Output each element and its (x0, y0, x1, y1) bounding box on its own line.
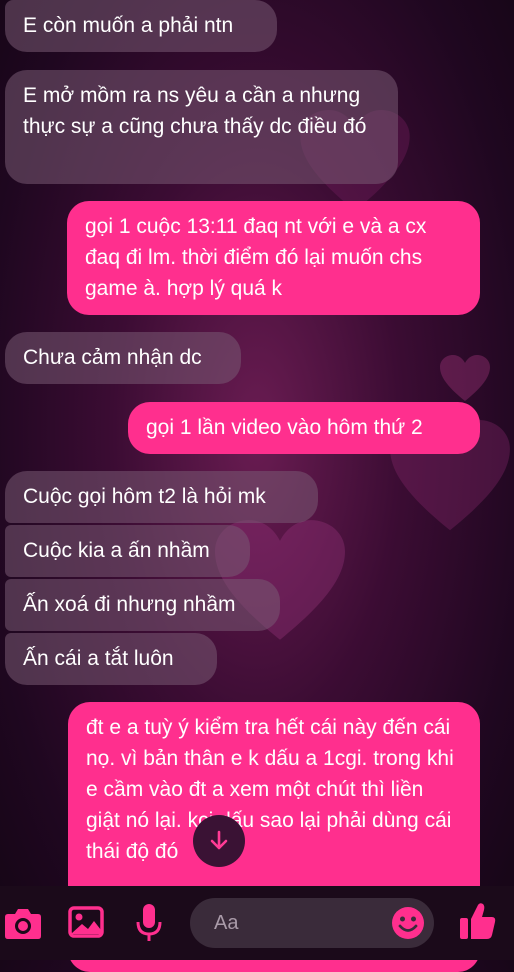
message-bubble-outgoing[interactable]: gọi 1 cuộc 13:11 đaq nt với e và a cx đa… (67, 201, 480, 315)
message-bubble-incoming[interactable]: E mở mồm ra ns yêu a cần a nhưng thực sự… (5, 70, 398, 184)
gallery-icon[interactable] (68, 906, 104, 938)
arrow-down-icon (210, 830, 228, 850)
background-heart-icon (440, 355, 490, 401)
message-bubble-outgoing[interactable]: gọi 1 lần video vào hôm thứ 2 (128, 402, 480, 454)
message-bubble-incoming[interactable]: Ấn cái a tắt luôn (5, 633, 217, 685)
camera-icon[interactable] (4, 906, 42, 940)
scroll-to-bottom-button[interactable] (193, 815, 245, 867)
microphone-icon[interactable] (135, 903, 163, 943)
message-bubble-incoming[interactable]: E còn muốn a phải ntn (5, 0, 277, 52)
emoji-icon[interactable] (391, 906, 425, 940)
message-bubble-incoming[interactable]: Chưa cảm nhận dc (5, 332, 241, 384)
message-bubble-incoming[interactable]: Ấn xoá đi nhưng nhầm (5, 579, 280, 631)
thumbs-up-icon[interactable] (459, 901, 497, 941)
message-bubble-incoming[interactable]: Cuộc gọi hôm t2 là hỏi mk (5, 471, 318, 523)
message-bubble-incoming[interactable]: Cuộc kia a ấn nhầm (5, 525, 250, 577)
